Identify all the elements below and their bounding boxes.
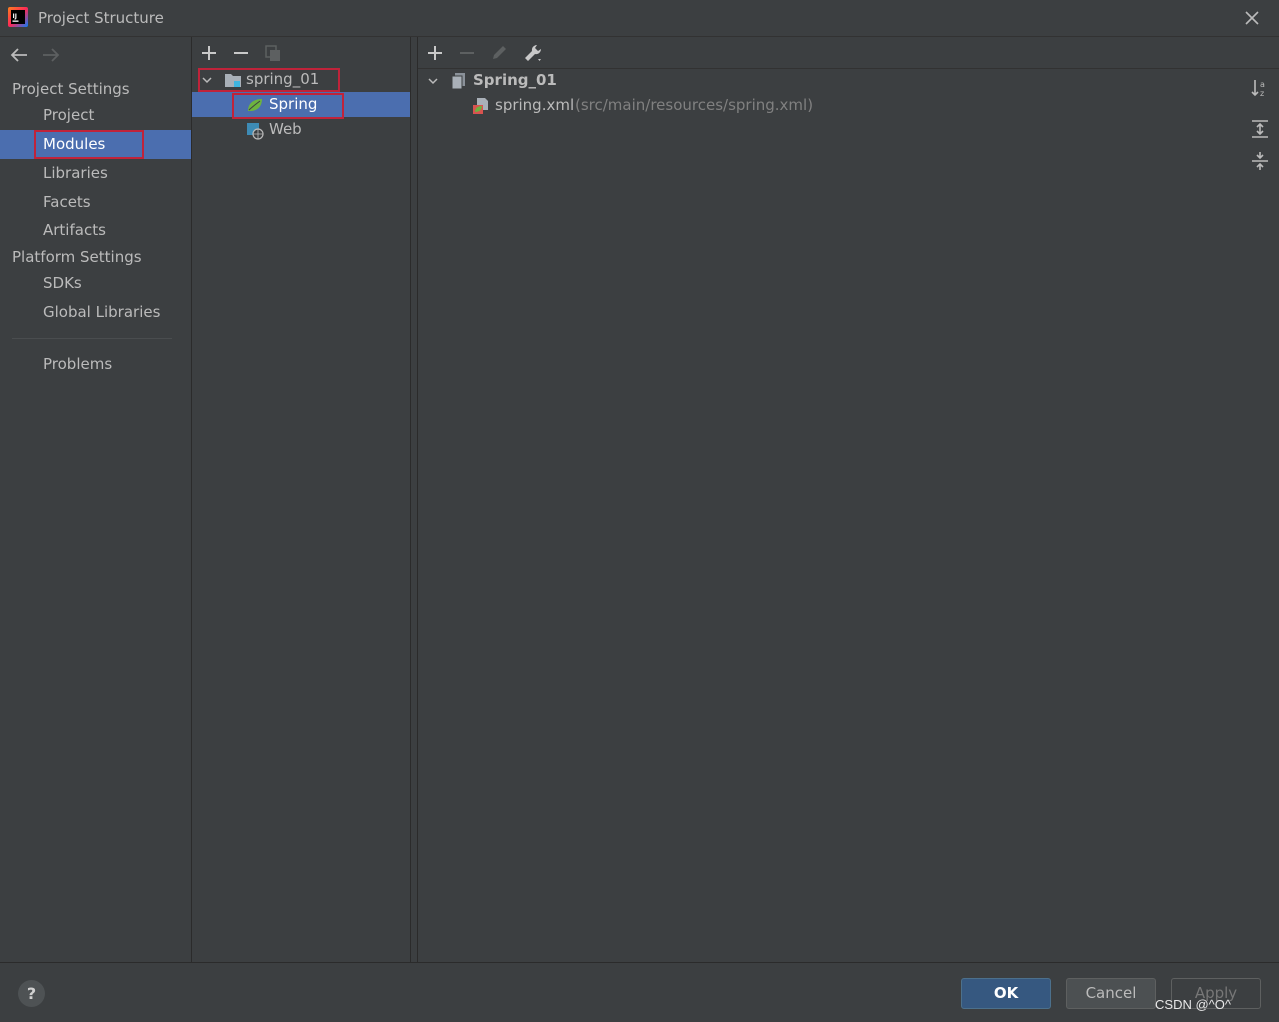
- settings-nav: Project Settings Project Modules Librari…: [0, 37, 192, 962]
- nav-item-sdks[interactable]: SDKs: [0, 269, 191, 298]
- web-facet-icon: [247, 123, 264, 140]
- dialog-footer: ? OK Cancel Apply CSDN @^O^: [0, 962, 1279, 1022]
- spring-fileset-row[interactable]: Spring_01: [418, 68, 1218, 93]
- forward-arrow-icon[interactable]: [40, 45, 62, 65]
- config-file-name: spring.xml: [495, 96, 575, 114]
- panel-splitter[interactable]: [411, 37, 418, 962]
- edit-pencil-icon[interactable]: [488, 42, 510, 64]
- spring-config-file-row[interactable]: spring.xml (src/main/resources/spring.xm…: [418, 93, 1218, 118]
- spring-leaf-icon: [248, 99, 262, 111]
- title-bar: IJ Project Structure: [0, 0, 1279, 37]
- xml-file-icon: [473, 98, 488, 114]
- tree-node-web-facet[interactable]: Web: [192, 117, 410, 142]
- help-button[interactable]: ?: [18, 980, 45, 1007]
- svg-text:a: a: [1260, 80, 1265, 89]
- cancel-button[interactable]: Cancel: [1066, 978, 1156, 1009]
- tree-node-label: spring_01: [246, 70, 320, 88]
- add-icon[interactable]: [424, 42, 446, 64]
- back-arrow-icon[interactable]: [8, 45, 30, 65]
- svg-text:z: z: [1260, 89, 1264, 98]
- sort-alphabetically-icon[interactable]: a z: [1249, 77, 1271, 99]
- nav-item-problems[interactable]: Problems: [0, 350, 191, 379]
- platform-settings-heading: Platform Settings: [12, 248, 142, 266]
- facet-detail-panel: Spring_01 spring.xml (src/main/resources…: [418, 37, 1279, 962]
- fileset-icon: [451, 73, 465, 90]
- fileset-label: Spring_01: [473, 71, 557, 89]
- copy-icon[interactable]: [262, 42, 284, 64]
- nav-item-global-libraries[interactable]: Global Libraries: [0, 298, 191, 327]
- chevron-down-icon[interactable]: [201, 74, 213, 86]
- wrench-icon[interactable]: [522, 42, 544, 64]
- expand-all-icon[interactable]: [1249, 118, 1271, 140]
- tree-node-label: Web: [269, 120, 302, 138]
- nav-item-modules[interactable]: Modules: [0, 130, 191, 159]
- window-title: Project Structure: [38, 9, 164, 27]
- config-file-path: (src/main/resources/spring.xml): [575, 96, 814, 114]
- intellij-app-icon: IJ: [8, 7, 28, 27]
- tree-node-spring-facet[interactable]: Spring: [192, 92, 410, 117]
- remove-icon[interactable]: [230, 42, 252, 64]
- nav-item-facets[interactable]: Facets: [0, 188, 191, 217]
- module-folder-icon: [225, 74, 241, 87]
- project-settings-heading: Project Settings: [12, 80, 130, 98]
- watermark-text: CSDN @^O^: [1155, 997, 1231, 1012]
- ok-button[interactable]: OK: [961, 978, 1051, 1009]
- remove-icon[interactable]: [456, 42, 478, 64]
- chevron-down-icon[interactable]: [427, 75, 439, 87]
- collapse-all-icon[interactable]: [1249, 150, 1271, 172]
- detail-toolbar: [418, 37, 1279, 69]
- module-tree-toolbar: [192, 37, 410, 67]
- tree-node-root-module[interactable]: spring_01: [192, 67, 410, 92]
- add-icon[interactable]: [198, 42, 220, 64]
- tree-node-label: Spring: [269, 95, 318, 113]
- module-tree-panel: spring_01 Spring Web: [192, 37, 411, 962]
- nav-divider: [12, 338, 172, 339]
- nav-item-project[interactable]: Project: [0, 101, 191, 130]
- nav-item-libraries[interactable]: Libraries: [0, 159, 191, 188]
- svg-text:IJ: IJ: [13, 13, 17, 20]
- close-icon[interactable]: [1241, 7, 1263, 29]
- nav-item-artifacts[interactable]: Artifacts: [0, 216, 191, 245]
